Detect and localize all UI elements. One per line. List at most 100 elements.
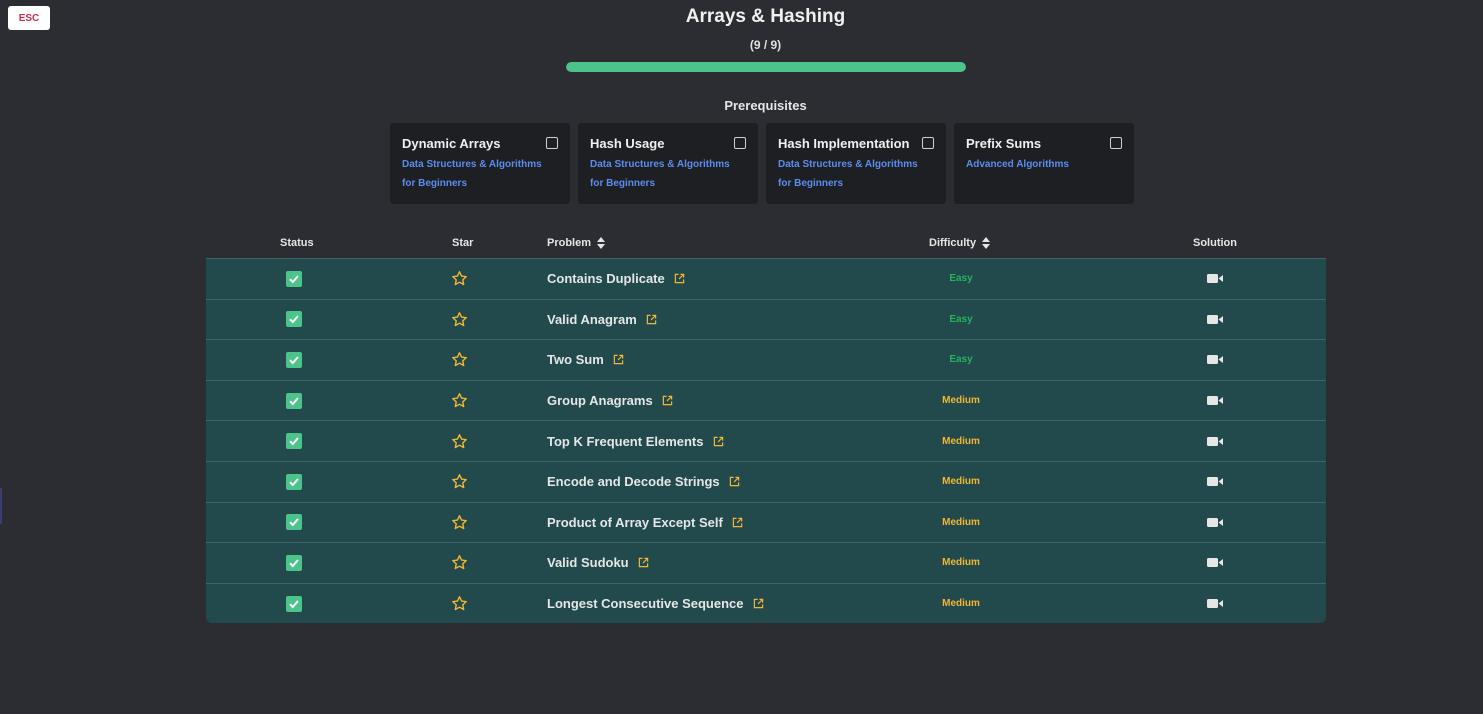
progress-bar-fill (566, 62, 966, 72)
problem-link[interactable]: Longest Consecutive Sequence (547, 596, 744, 611)
header-status: Status (280, 237, 314, 249)
video-camera-icon[interactable] (1207, 314, 1223, 325)
video-camera-icon[interactable] (1207, 476, 1223, 487)
difficulty-badge: Easy (949, 313, 973, 325)
prerequisite-course-link[interactable]: Advanced Algorithms (966, 155, 1122, 174)
status-cell (286, 584, 302, 624)
external-link-icon[interactable] (674, 273, 685, 284)
checkbox-checked-icon[interactable] (286, 311, 302, 328)
problem-cell: Product of Array Except Self (547, 503, 743, 543)
problem-link[interactable]: Valid Sudoku (547, 555, 629, 570)
external-link-icon[interactable] (613, 354, 624, 365)
prerequisite-checkbox[interactable] (734, 137, 746, 149)
prerequisite-course-link[interactable]: Data Structures & Algorithms for Beginne… (402, 155, 558, 193)
checkbox-checked-icon[interactable] (286, 392, 302, 409)
prerequisite-checkbox[interactable] (1110, 137, 1122, 149)
problem-link[interactable]: Top K Frequent Elements (547, 434, 704, 449)
star-outline-icon[interactable] (451, 554, 468, 571)
prerequisite-course-link[interactable]: Data Structures & Algorithms for Beginne… (590, 155, 746, 193)
checkbox-checked-icon[interactable] (286, 351, 302, 368)
sort-icon[interactable] (597, 237, 606, 249)
table-row: Longest Consecutive Sequence Medium (206, 582, 1326, 624)
problem-link[interactable]: Encode and Decode Strings (547, 474, 720, 489)
prerequisite-card: Dynamic Arrays Data Structures & Algorith… (390, 123, 570, 204)
star-outline-icon[interactable] (451, 351, 468, 368)
star-cell (451, 300, 468, 340)
external-link-icon[interactable] (662, 395, 673, 406)
star-cell (451, 381, 468, 421)
prerequisite-checkbox[interactable] (922, 137, 934, 149)
checkbox-checked-icon[interactable] (286, 595, 302, 612)
difficulty-badge: Easy (949, 273, 973, 285)
solution-cell (1207, 584, 1223, 624)
external-link-icon[interactable] (729, 476, 740, 487)
checkbox-checked-icon[interactable] (286, 270, 302, 287)
external-link-icon[interactable] (646, 314, 657, 325)
header-problem[interactable]: Problem (547, 237, 606, 249)
video-camera-icon[interactable] (1207, 354, 1223, 365)
checkbox-checked-icon[interactable] (286, 473, 302, 490)
star-outline-icon[interactable] (451, 311, 468, 328)
external-link-icon[interactable] (732, 517, 743, 528)
page-title: Arrays & Hashing (685, 6, 846, 27)
star-outline-icon[interactable] (451, 433, 468, 450)
table-row: Valid Sudoku Medium (206, 542, 1326, 583)
header-solution-label: Solution (1193, 237, 1237, 249)
difficulty-badge: Medium (942, 516, 980, 528)
problem-link[interactable]: Contains Duplicate (547, 271, 665, 286)
prerequisite-name: Hash Implementation (778, 136, 910, 151)
video-camera-icon[interactable] (1207, 517, 1223, 528)
status-cell (286, 503, 302, 543)
solution-cell (1207, 381, 1223, 421)
progress-text: (9 / 9) (749, 38, 782, 52)
star-outline-icon[interactable] (451, 514, 468, 531)
sort-icon[interactable] (982, 237, 991, 249)
header-solution: Solution (1193, 237, 1237, 249)
star-outline-icon[interactable] (451, 392, 468, 409)
star-cell (451, 421, 468, 461)
star-outline-icon[interactable] (451, 270, 468, 287)
external-link-icon[interactable] (753, 598, 764, 609)
header-difficulty[interactable]: Difficulty (929, 237, 991, 249)
table-row: Group Anagrams Medium (206, 379, 1326, 421)
video-camera-icon[interactable] (1207, 273, 1223, 284)
status-cell (286, 340, 302, 380)
checkbox-checked-icon[interactable] (286, 433, 302, 450)
prerequisites-list: Dynamic Arrays Data Structures & Algorith… (390, 123, 1134, 204)
difficulty-badge: Medium (942, 557, 980, 569)
solution-cell (1207, 421, 1223, 461)
problem-link[interactable]: Two Sum (547, 352, 604, 367)
checkbox-checked-icon[interactable] (286, 514, 302, 531)
star-cell (451, 462, 468, 502)
prerequisites-heading: Prerequisites (724, 98, 807, 113)
difficulty-cell: Medium (926, 381, 996, 421)
star-outline-icon[interactable] (451, 473, 468, 490)
header-problem-label: Problem (547, 237, 592, 249)
video-camera-icon[interactable] (1207, 395, 1223, 406)
star-cell (451, 503, 468, 543)
problem-cell: Two Sum (547, 340, 624, 380)
star-outline-icon[interactable] (451, 595, 468, 612)
table-row: Top K Frequent Elements Medium (206, 420, 1326, 461)
prerequisite-checkbox[interactable] (546, 137, 558, 149)
status-cell (286, 381, 302, 421)
video-camera-icon[interactable] (1207, 598, 1223, 609)
video-camera-icon[interactable] (1207, 436, 1223, 447)
video-camera-icon[interactable] (1207, 557, 1223, 568)
external-link-icon[interactable] (713, 436, 724, 447)
difficulty-cell: Medium (926, 462, 996, 502)
solution-cell (1207, 503, 1223, 543)
problem-link[interactable]: Group Anagrams (547, 393, 653, 408)
difficulty-cell: Medium (926, 503, 996, 543)
external-link-icon[interactable] (638, 557, 649, 568)
star-cell (451, 543, 468, 583)
problem-cell: Valid Anagram (547, 300, 657, 340)
header-star-label: Star (452, 237, 474, 249)
problem-link[interactable]: Valid Anagram (547, 312, 637, 327)
prerequisite-course-link[interactable]: Data Structures & Algorithms for Beginne… (778, 155, 934, 193)
difficulty-cell: Medium (926, 584, 996, 624)
problem-link[interactable]: Product of Array Except Self (547, 515, 723, 530)
star-cell (451, 584, 468, 624)
left-edge-accent (0, 488, 2, 524)
checkbox-checked-icon[interactable] (286, 554, 302, 571)
